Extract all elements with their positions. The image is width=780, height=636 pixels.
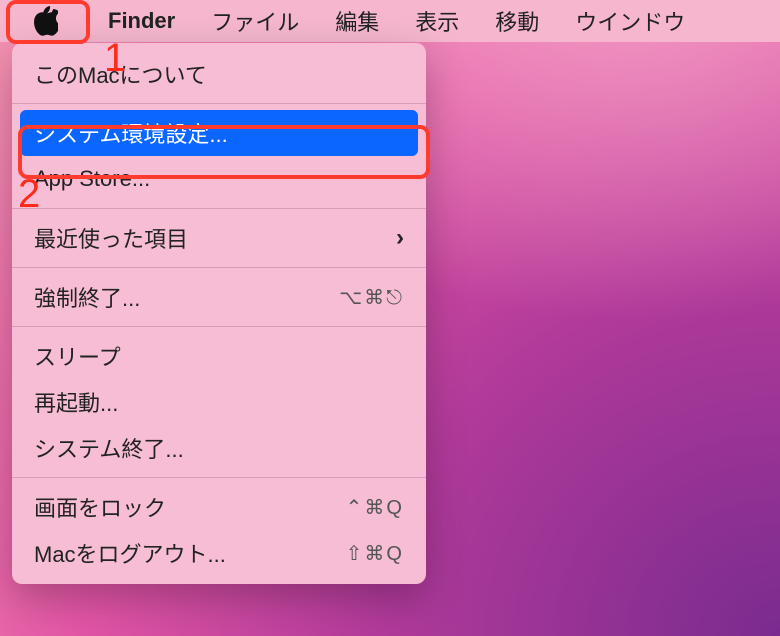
menu-item-label: 強制終了... [34,281,140,313]
apple-menu-button[interactable] [0,0,90,42]
menu-separator [12,477,426,478]
menu-item-shortcut: ⌥⌘⎋ [339,285,404,310]
menu-item-label: Macをログアウト... [34,537,226,569]
menu-item-sleep[interactable]: スリープ [12,333,426,379]
menu-item-shutdown[interactable]: システム終了... [12,425,426,471]
menubar-item-go[interactable]: 移動 [477,0,557,42]
menu-item-shortcut: ⇧⌘Q [346,541,404,566]
menu-separator [12,267,426,268]
menu-item-shortcut: ⌃⌘Q [346,495,404,520]
desktop-background: Finder ファイル 編集 表示 移動 ウインドウ このMacについて システ… [0,0,780,636]
menu-separator [12,103,426,104]
menu-separator [12,326,426,327]
menu-separator [12,208,426,209]
menu-item-recent-items[interactable]: 最近使った項目 › [12,215,426,261]
menubar-app-name[interactable]: Finder [90,0,193,42]
menu-item-label: 画面をロック [34,491,166,523]
menu-item-restart[interactable]: 再起動... [12,379,426,425]
menu-item-force-quit[interactable]: 強制終了... ⌥⌘⎋ [12,274,426,320]
menu-item-label: App Store... [34,166,150,192]
menubar-item-window[interactable]: ウインドウ [557,0,703,42]
menu-item-system-preferences[interactable]: システム環境設定... [20,110,418,156]
apple-menu-dropdown: このMacについて システム環境設定... App Store... 最近使った… [12,43,426,584]
menu-item-label: システム終了... [34,432,184,464]
menu-item-about-mac[interactable]: このMacについて [12,51,426,97]
menu-item-label: スリープ [34,340,121,372]
apple-logo-icon [32,6,58,36]
menu-item-logout[interactable]: Macをログアウト... ⇧⌘Q [12,530,426,576]
menu-item-label: 最近使った項目 [34,222,188,254]
menu-item-label: このMacについて [34,58,207,90]
menubar-item-edit[interactable]: 編集 [317,0,397,42]
menubar-item-file[interactable]: ファイル [193,0,317,42]
menu-item-label: システム環境設定... [34,117,228,149]
chevron-right-icon: › [396,224,404,252]
menubar: Finder ファイル 編集 表示 移動 ウインドウ [0,0,780,42]
menu-item-lock-screen[interactable]: 画面をロック ⌃⌘Q [12,484,426,530]
menu-item-app-store[interactable]: App Store... [12,156,426,202]
menu-item-label: 再起動... [34,386,118,418]
menubar-item-view[interactable]: 表示 [397,0,477,42]
